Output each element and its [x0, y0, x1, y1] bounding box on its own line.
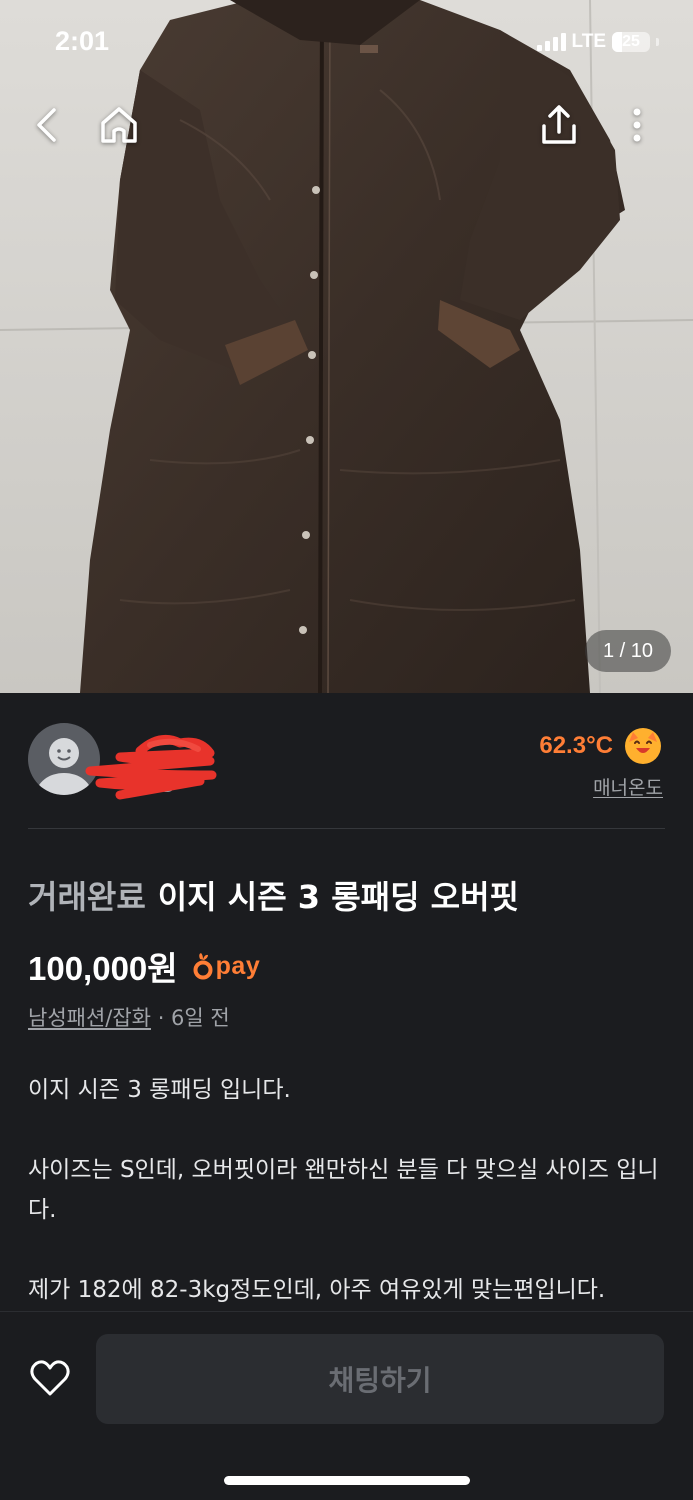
network-label: LTE — [571, 31, 606, 52]
chat-button[interactable]: 채팅하기 — [96, 1334, 664, 1424]
back-button[interactable] — [22, 100, 72, 150]
pay-badge: pay — [192, 952, 261, 981]
product-meta: 남성패션/잡화 · 6일 전 — [28, 1002, 230, 1032]
like-button[interactable] — [26, 1354, 74, 1402]
manner-temp-label[interactable]: 매너온도 — [593, 773, 663, 800]
description-line: 사이즈는 S인데, 오버핏이라 왠만하신 분들 다 맞으실 사이즈 입니다. — [28, 1157, 659, 1223]
description-line: 제가 182에 82-3kg정도인데, 아주 여유있게 맞는편입니다. — [28, 1277, 606, 1303]
share-button[interactable] — [534, 100, 584, 150]
trade-status: 거래완료 — [28, 878, 146, 916]
chevron-left-icon — [37, 108, 56, 142]
category-link[interactable]: 남성패션/잡화 — [28, 1006, 151, 1030]
home-indicator[interactable] — [224, 1476, 470, 1485]
status-bar: 2:01 LTE 25 — [0, 0, 693, 90]
price: 100,000원 — [28, 950, 178, 987]
share-icon — [542, 105, 576, 144]
image-counter: 1 / 10 — [584, 630, 671, 672]
status-indicators: LTE 25 — [536, 31, 659, 53]
battery-level: 25 — [622, 33, 640, 50]
bottom-action-bar: 채팅하기 — [0, 1311, 693, 1500]
signal-icon — [536, 33, 566, 51]
product-title: 거래완료 이지 시즌 3 롱패딩 오버핏 — [28, 872, 519, 918]
pay-label: pay — [215, 951, 261, 980]
meta-separator: · — [157, 1006, 172, 1030]
heart-icon — [30, 1360, 70, 1396]
carrot-pay-icon — [193, 953, 213, 980]
manner-temp-value: 62.3°C — [539, 732, 613, 759]
battery-icon: 25 — [612, 32, 650, 52]
divider — [28, 828, 665, 829]
seller-info[interactable]: 신사동 — [85, 731, 218, 800]
price-row: 100,000원 pay — [28, 942, 260, 990]
product-title-text: 이지 시즌 3 롱패딩 오버핏 — [157, 878, 519, 916]
home-icon — [101, 107, 137, 143]
more-vertical-icon — [633, 108, 641, 142]
product-image[interactable]: 2:01 LTE 25 1 / 10 — [0, 0, 693, 693]
seller-profile[interactable]: 신사동 62.3°C 매너온도 — [0, 693, 693, 829]
time-ago: 6일 전 — [171, 1006, 230, 1030]
manner-temperature[interactable]: 62.3°C — [539, 726, 663, 766]
home-button[interactable] — [94, 100, 144, 150]
product-description: 이지 시즌 3 롱패딩 입니다. 사이즈는 S인데, 오버핏이라 왠만하신 분들… — [28, 1070, 668, 1350]
battery-tip — [656, 38, 659, 46]
happy-face-icon — [625, 728, 661, 764]
status-time: 2:01 — [55, 26, 110, 56]
description-line: 이지 시즌 3 롱패딩 입니다. — [28, 1077, 291, 1103]
more-button[interactable] — [612, 100, 662, 150]
redaction-scribble — [85, 734, 217, 800]
